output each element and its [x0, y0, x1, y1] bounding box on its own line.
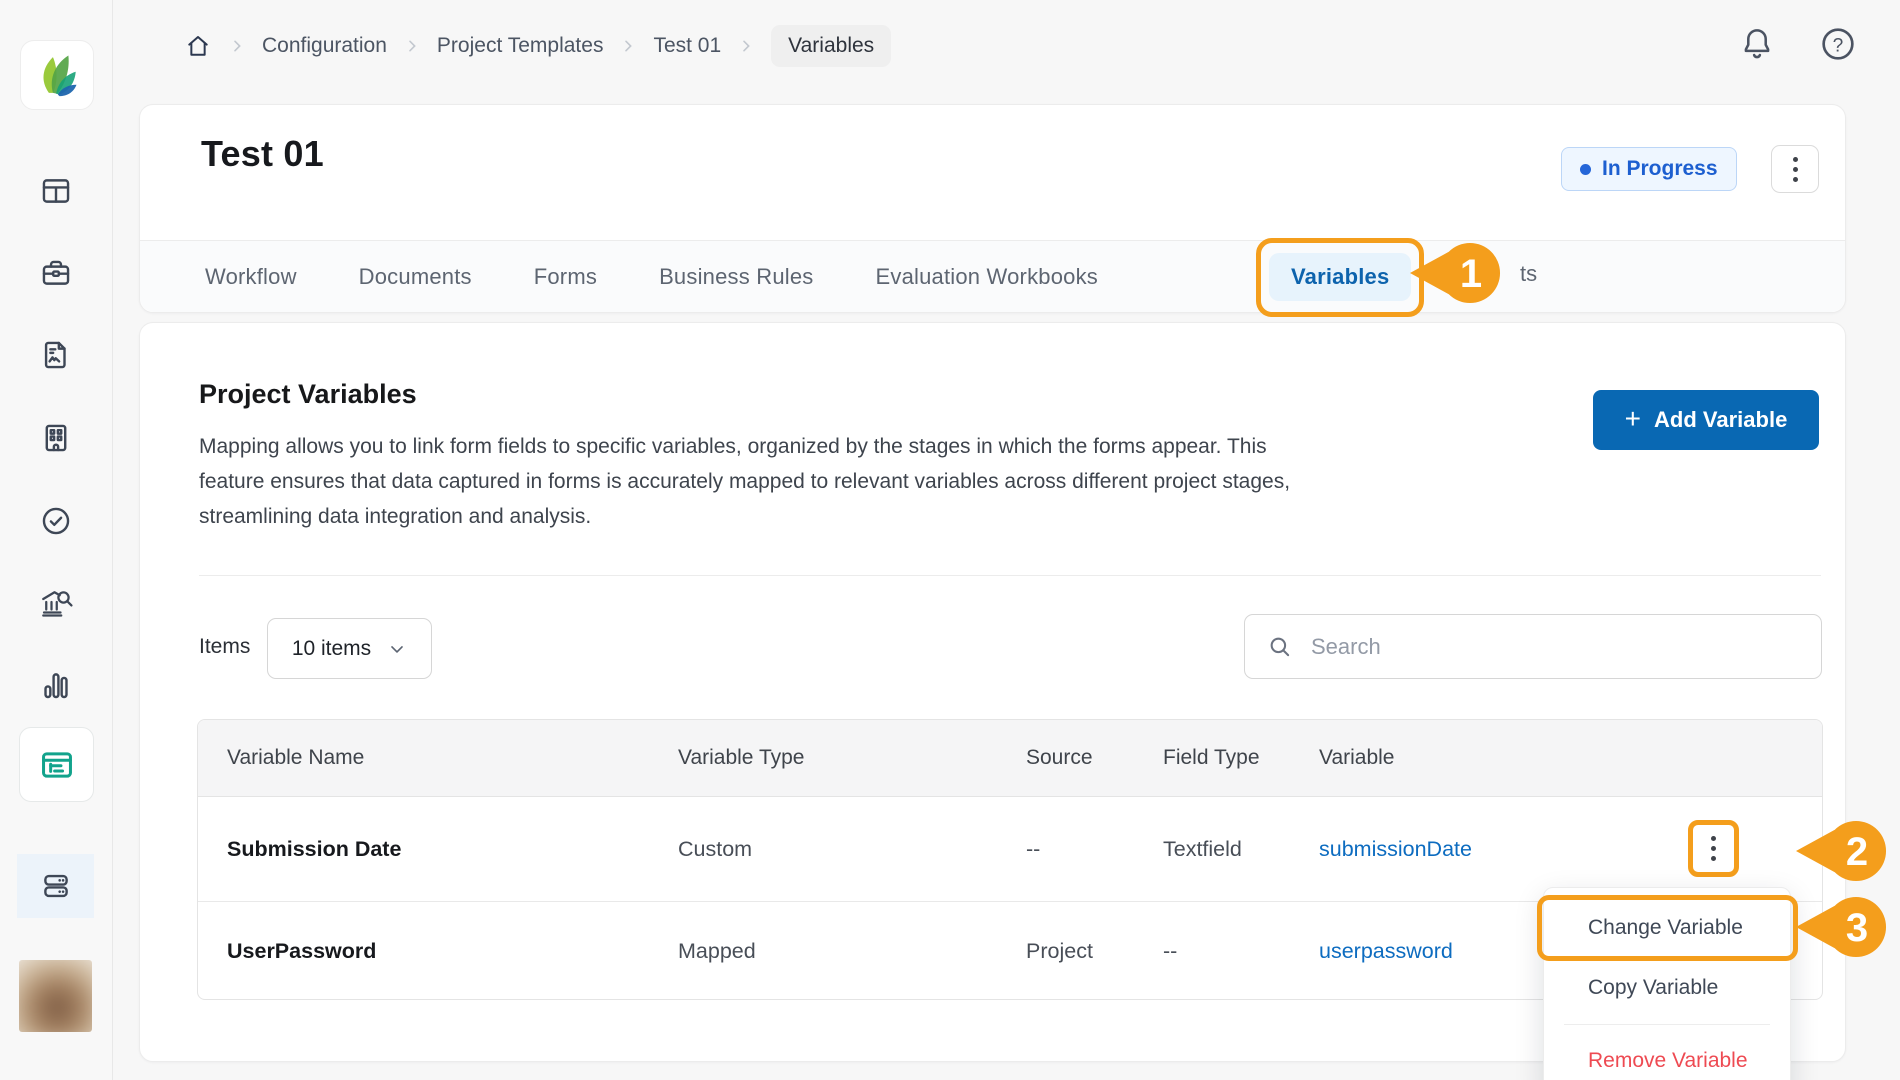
sidebar-item-dashboard[interactable]: [0, 174, 112, 208]
annotation-ring-row-actions: [1688, 820, 1739, 877]
svg-text:1: 1: [1460, 252, 1482, 296]
breadcrumb-configuration[interactable]: Configuration: [262, 34, 387, 58]
help-icon: ?: [1818, 24, 1858, 64]
sidebar-item-reports[interactable]: [0, 338, 112, 372]
server-icon: [39, 869, 73, 903]
plus-icon: +: [1625, 403, 1641, 435]
sidebar-item-audit[interactable]: [0, 584, 112, 620]
cell-field-type: Textfield: [1163, 837, 1319, 862]
sidebar-item-analytics[interactable]: [0, 668, 112, 702]
breadcrumb-project-templates[interactable]: Project Templates: [437, 34, 604, 58]
chevron-right-icon: [620, 38, 636, 54]
cell-variable-name: Submission Date: [198, 837, 678, 862]
status-badge[interactable]: In Progress: [1561, 147, 1737, 191]
notifications-button[interactable]: [1738, 24, 1776, 62]
tab-workflow[interactable]: Workflow: [205, 264, 297, 290]
bar-chart-icon: [39, 668, 73, 702]
bank-search-icon: [38, 584, 74, 620]
sidebar-item-form-builder-active[interactable]: [19, 727, 94, 802]
annotation-callout-3: 3: [1794, 892, 1894, 962]
add-variable-button[interactable]: + Add Variable: [1593, 390, 1819, 450]
variable-link[interactable]: submissionDate: [1319, 837, 1822, 862]
leaf-logo-icon: [31, 49, 83, 101]
menu-item-change-variable[interactable]: Change Variable: [1544, 898, 1790, 958]
svg-text:2: 2: [1846, 830, 1868, 874]
row-context-menu: Change Variable Copy Variable Remove Var…: [1543, 887, 1791, 1080]
items-label: Items: [199, 635, 250, 659]
menu-item-remove-variable[interactable]: Remove Variable: [1544, 1031, 1790, 1080]
search-box: [1244, 614, 1822, 679]
kebab-icon: [1793, 157, 1798, 162]
check-circle-icon: [39, 504, 73, 538]
sidebar-item-tasks[interactable]: [0, 504, 112, 538]
annotation-callout-1: 1: [1408, 238, 1508, 308]
user-avatar[interactable]: [19, 960, 92, 1032]
status-dot-icon: [1580, 164, 1591, 175]
svg-text:?: ?: [1833, 35, 1844, 56]
help-button[interactable]: ?: [1818, 24, 1858, 64]
table-header-row: Variable Name Variable Type Source Field…: [198, 720, 1822, 797]
breadcrumb-test-01[interactable]: Test 01: [653, 34, 721, 58]
annotation-callout-2: 2: [1794, 816, 1894, 886]
form-builder-icon: [38, 746, 76, 784]
tab-bar: Workflow Documents Forms Business Rules …: [140, 240, 1845, 312]
avatar-image: [19, 960, 92, 1032]
section-description: Mapping allows you to link form fields t…: [199, 429, 1290, 534]
section-divider: [199, 575, 1821, 576]
breadcrumb: Configuration Project Templates Test 01 …: [184, 22, 891, 70]
sidebar-item-data-sources[interactable]: [17, 854, 94, 918]
cell-variable-name: UserPassword: [198, 939, 678, 964]
status-label: In Progress: [1602, 157, 1718, 181]
tab-documents[interactable]: Documents: [359, 264, 472, 290]
column-field-type: Field Type: [1163, 746, 1319, 770]
sidebar: [0, 0, 113, 1080]
cell-source: --: [1026, 837, 1163, 862]
search-icon: [1267, 634, 1293, 660]
tab-business-rules[interactable]: Business Rules: [659, 264, 813, 290]
svg-text:3: 3: [1846, 906, 1868, 950]
column-variable-name: Variable Name: [198, 746, 678, 770]
tab-partially-hidden[interactable]: ts: [1520, 261, 1537, 287]
breadcrumb-current-variables: Variables: [771, 25, 891, 67]
chevron-right-icon: [738, 38, 754, 54]
tab-variables-active[interactable]: Variables: [1269, 253, 1411, 301]
report-document-icon: [39, 338, 73, 372]
section-title: Project Variables: [199, 379, 417, 410]
briefcase-icon: [39, 256, 73, 290]
column-source: Source: [1026, 746, 1163, 770]
items-per-page-select[interactable]: 10 items: [267, 618, 432, 679]
app-window: Configuration Project Templates Test 01 …: [0, 0, 1900, 1080]
search-input[interactable]: [1309, 633, 1799, 661]
menu-divider: [1564, 1024, 1770, 1025]
layout-icon: [39, 174, 73, 208]
tab-evaluation-workbooks[interactable]: Evaluation Workbooks: [876, 264, 1099, 290]
project-actions-button[interactable]: [1771, 145, 1819, 193]
app-logo[interactable]: [20, 40, 94, 110]
chevron-right-icon: [404, 38, 420, 54]
tab-forms[interactable]: Forms: [534, 264, 597, 290]
bell-icon: [1738, 24, 1776, 62]
home-icon[interactable]: [184, 32, 212, 60]
cell-variable-type: Custom: [678, 837, 1026, 862]
menu-item-copy-variable[interactable]: Copy Variable: [1544, 958, 1790, 1018]
page-title: Test 01: [201, 133, 324, 175]
column-variable-type: Variable Type: [678, 746, 1026, 770]
chevron-down-icon: [387, 639, 407, 659]
sidebar-item-organization[interactable]: [0, 421, 112, 455]
column-variable: Variable: [1319, 746, 1822, 770]
cell-field-type: --: [1163, 939, 1319, 964]
cell-source: Project: [1026, 939, 1163, 964]
row-actions-button[interactable]: [1711, 836, 1716, 861]
sidebar-item-projects[interactable]: [0, 256, 112, 290]
kebab-icon: [1711, 836, 1716, 841]
cell-variable-type: Mapped: [678, 939, 1026, 964]
chevron-right-icon: [229, 38, 245, 54]
project-header-card: Test 01 In Progress Workflow Documents F…: [139, 104, 1846, 313]
building-icon: [39, 421, 73, 455]
